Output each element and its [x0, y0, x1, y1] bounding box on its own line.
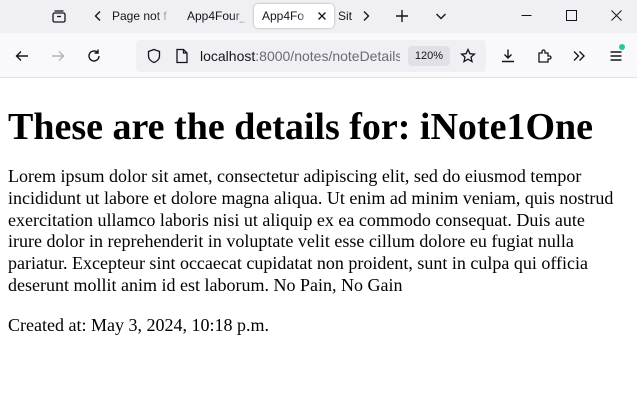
url-path: :8000/notes/noteDetails — [255, 48, 400, 64]
close-tab-icon[interactable] — [314, 8, 330, 24]
page-content: These are the details for: iNote1One Lor… — [8, 78, 623, 336]
created-timestamp: Created at: May 3, 2024, 10:18 p.m. — [8, 314, 269, 335]
reload-icon[interactable] — [81, 43, 107, 69]
scroll-right-icon[interactable] — [354, 5, 378, 27]
tab-app4four[interactable]: App4Four_ — [187, 4, 247, 28]
new-tab-icon[interactable] — [390, 5, 414, 27]
tab-site[interactable]: Sit — [338, 4, 352, 28]
tracking-shield-icon[interactable] — [146, 48, 162, 64]
scroll-left-icon[interactable] — [86, 5, 110, 27]
tab-label: Sit — [338, 9, 352, 23]
maximize-icon[interactable] — [551, 0, 591, 30]
url-display[interactable]: localhost:8000/notes/noteDetails — [200, 47, 400, 65]
address-bar[interactable]: localhost:8000/notes/noteDetails 120% — [136, 40, 486, 72]
tab-page-not-found[interactable]: Page not f — [112, 4, 170, 28]
forward-icon[interactable] — [45, 43, 71, 69]
page-title: These are the details for: iNote1One — [8, 106, 594, 148]
downloads-icon[interactable] — [495, 43, 521, 69]
minimize-icon[interactable] — [506, 0, 546, 30]
url-host: localhost — [200, 48, 256, 64]
tab-strip: Page not f App4Four_ App4Fo Sit — [0, 0, 637, 33]
list-all-tabs-icon[interactable] — [429, 5, 453, 27]
tab-list-icon[interactable] — [47, 5, 71, 27]
overflow-chevrons-icon[interactable] — [566, 43, 592, 69]
close-window-icon[interactable] — [596, 0, 636, 30]
extensions-icon[interactable] — [531, 43, 557, 69]
bookmark-star-icon[interactable] — [460, 48, 476, 64]
menu-icon[interactable] — [603, 43, 629, 69]
notification-dot-icon — [619, 44, 625, 50]
tab-active[interactable]: App4Fo — [254, 4, 334, 28]
navigation-toolbar: localhost:8000/notes/noteDetails 120% — [0, 33, 637, 78]
page-info-icon[interactable] — [174, 48, 190, 64]
zoom-level-badge[interactable]: 120% — [408, 46, 450, 66]
note-body: Lorem ipsum dolor sit amet, consectetur … — [8, 166, 614, 295]
back-icon[interactable] — [9, 43, 35, 69]
